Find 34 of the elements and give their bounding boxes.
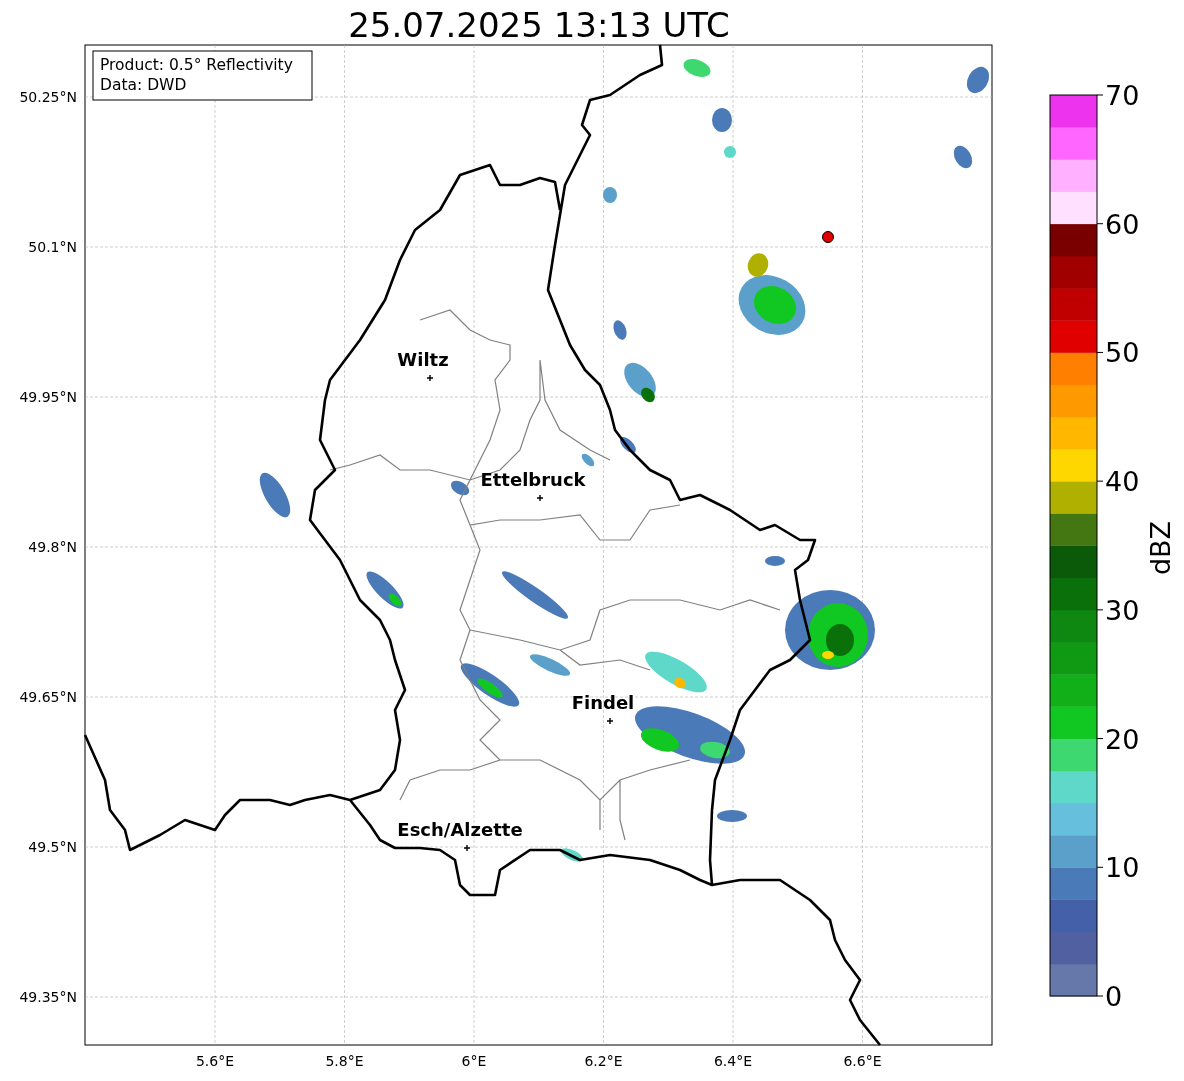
colorbar-tick-label: 40 — [1105, 466, 1140, 498]
city-label: Wiltz — [397, 349, 449, 370]
longitude-tick-label: 5.6°E — [195, 1053, 235, 1069]
city-label: Esch/Alzette — [397, 819, 523, 840]
city-marker-icon — [536, 494, 544, 502]
city-label: Ettelbruck — [480, 469, 586, 490]
radar-site-marker — [822, 231, 834, 243]
chart-title: 25.07.2025 13:13 UTC — [348, 5, 730, 45]
info-text: Data: DWD — [100, 76, 187, 94]
latitude-tick-label: 49.95°N — [19, 389, 77, 405]
colorbar-tick-label: 50 — [1105, 337, 1140, 369]
longitude-tick-label: 6.2°E — [584, 1053, 623, 1069]
city-marker-icon — [606, 717, 614, 725]
colorbar-tick-label: 10 — [1105, 852, 1140, 884]
latitude-tick-label: 50.1°N — [28, 239, 77, 255]
colorbar-tick-label: 60 — [1105, 208, 1140, 240]
latitude-tick-label: 49.8°N — [28, 539, 77, 555]
latitude-tick-label: 49.5°N — [28, 839, 77, 855]
colorbar-tick-label: 20 — [1105, 723, 1140, 755]
colorbar-tick-label: 0 — [1105, 981, 1123, 1012]
longitude-tick-label: 5.8°E — [325, 1053, 364, 1069]
city-marker-icon — [426, 374, 434, 382]
colorbar-label: dBZ — [1145, 520, 1176, 576]
info-text: Product: 0.5° Reflectivity — [100, 56, 293, 74]
longitude-tick-label: 6.4°E — [713, 1053, 753, 1069]
city-marker-icon — [463, 844, 471, 852]
colorbar-tick-label: 30 — [1105, 594, 1140, 626]
latitude-tick-label: 50.25°N — [19, 89, 77, 105]
colorbar-tick-label: 70 — [1105, 80, 1140, 111]
longitude-tick-label: 6.6°E — [843, 1053, 882, 1069]
latitude-tick-label: 49.65°N — [19, 689, 77, 705]
longitude-tick-label: 6°E — [461, 1053, 487, 1069]
latitude-tick-label: 49.35°N — [19, 989, 77, 1005]
city-label: Findel — [571, 692, 635, 713]
